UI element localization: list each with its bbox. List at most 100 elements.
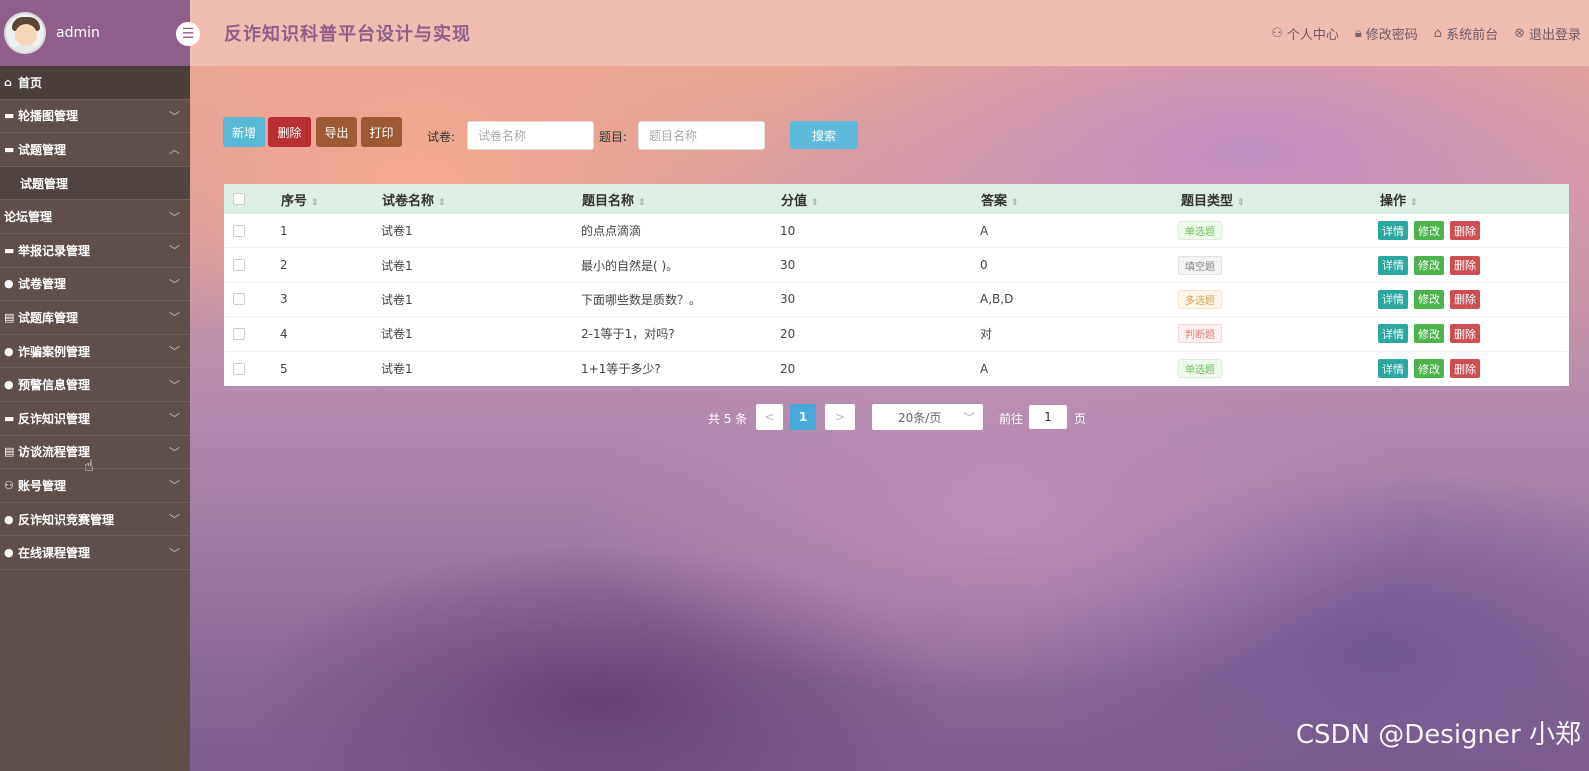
column-header-paper[interactable]: 试卷名称 ⇕ — [382, 190, 446, 209]
sidebar-item-papers[interactable]: ● 试卷管理 ﹀ — [0, 268, 190, 302]
table-row: 4 试卷1 2-1等于1，对吗? 20 对 判断题 详情 修改 删除 — [224, 317, 1569, 352]
sidebar-item-carousel[interactable]: ▬ 轮播图管理 ﹀ — [0, 100, 190, 134]
sidebar-item-label: 举报记录管理 — [18, 243, 91, 258]
row-checkbox[interactable] — [233, 327, 245, 340]
sidebar-item-question-bank[interactable]: ▤ 试题库管理 ﹀ — [0, 301, 190, 335]
sidebar-item-reports[interactable]: ▬ 举报记录管理 ﹀ — [0, 234, 190, 268]
chevron-down-icon: ﹀ — [169, 244, 180, 258]
sidebar-item-home[interactable]: ⌂ 首页 — [0, 66, 190, 100]
type-badge: 填空题 — [1178, 255, 1222, 275]
paper-name-input[interactable]: 试卷名称 — [467, 121, 594, 150]
sidebar-item-fraud-cases[interactable]: ● 诈骗案例管理 ﹀ — [0, 335, 190, 369]
user-icon: ⚇ — [4, 478, 14, 492]
table-row: 2 试卷1 最小的自然是( )。 30 0 填空题 详情 修改 删除 — [224, 248, 1569, 283]
row-checkbox[interactable] — [233, 224, 245, 237]
app-title: 反诈知识科普平台设计与实现 — [224, 24, 471, 45]
cell-question: 2-1等于1，对吗? — [581, 327, 675, 342]
sidebar-item-courses[interactable]: ● 在线课程管理 ﹀ — [0, 536, 190, 570]
edit-button[interactable]: 修改 — [1414, 359, 1444, 379]
next-page-button[interactable]: > — [825, 404, 855, 430]
delete-row-button[interactable]: 删除 — [1450, 255, 1480, 275]
cell-score: 20 — [780, 361, 796, 376]
delete-button[interactable]: 删除 — [268, 117, 311, 147]
cell-paper: 试卷1 — [381, 327, 413, 342]
edit-button[interactable]: 修改 — [1414, 289, 1444, 309]
sidebar-item-accounts[interactable]: ⚇ 账号管理 ﹀ — [0, 469, 190, 503]
cell-question: 最小的自然是( )。 — [581, 258, 679, 273]
detail-button[interactable]: 详情 — [1378, 255, 1408, 275]
column-header-actions[interactable]: 操作 ⇕ — [1380, 190, 1418, 209]
delete-row-button[interactable]: 删除 — [1450, 289, 1480, 309]
question-filter-label: 题目: — [599, 130, 628, 144]
add-button[interactable]: 新增 — [223, 117, 265, 147]
column-header-score[interactable]: 分值 ⇕ — [781, 190, 819, 209]
sidebar-item-knowledge[interactable]: ▬ 反诈知识管理 ﹀ — [0, 402, 190, 436]
delete-row-button[interactable]: 删除 — [1450, 221, 1480, 241]
chevron-down-icon: ﹀ — [962, 410, 975, 425]
cell-score: 10 — [780, 223, 796, 238]
frontend-link[interactable]: ⌂ 系统前台 — [1434, 24, 1498, 43]
chevron-down-icon: ﹀ — [169, 277, 180, 291]
goto-label: 前往 — [999, 412, 1024, 426]
lock-icon: 🔒︎ — [1354, 25, 1362, 41]
column-header-no[interactable]: 序号 ⇕ — [281, 190, 319, 209]
top-bar: admin ☰ 反诈知识科普平台设计与实现 ⚇ 个人中心 🔒︎ 修改密码 ⌂ 系… — [0, 0, 1589, 66]
avatar[interactable] — [4, 12, 46, 54]
page-button-current[interactable]: 1 — [790, 404, 816, 430]
print-button[interactable]: 打印 — [361, 117, 402, 147]
detail-button[interactable]: 详情 — [1378, 221, 1408, 241]
prev-page-button[interactable]: < — [756, 404, 783, 430]
sidebar-item-label: 账号管理 — [18, 478, 67, 493]
edit-button[interactable]: 修改 — [1414, 221, 1444, 241]
frontend-label: 系统前台 — [1446, 27, 1499, 43]
home-icon: ⌂ — [1433, 25, 1443, 41]
sidebar-item-warnings[interactable]: ● 预警信息管理 ﹀ — [0, 368, 190, 402]
goto-page-input[interactable]: 1 — [1029, 405, 1067, 429]
sidebar: ⌂ 首页 ▬ 轮播图管理 ﹀ ▬ 试题管理 ︿ 试题管理 论坛管理 ﹀ ▬ 举报… — [0, 66, 190, 771]
question-name-input[interactable]: 题目名称 — [638, 121, 765, 150]
delete-row-button[interactable]: 删除 — [1450, 359, 1480, 379]
menu-toggle-icon[interactable]: ☰ — [176, 22, 200, 46]
logout-label: 退出登录 — [1528, 27, 1581, 43]
cell-score: 30 — [780, 292, 796, 307]
column-header-answer[interactable]: 答案 ⇕ — [981, 190, 1019, 209]
column-header-question[interactable]: 题目名称 ⇕ — [582, 190, 646, 209]
cell-paper: 试卷1 — [381, 224, 413, 239]
page-size-value: 20条/页 — [898, 410, 942, 425]
delete-row-button[interactable]: 删除 — [1450, 324, 1480, 344]
column-header-type[interactable]: 题目类型 ⇕ — [1181, 190, 1245, 209]
watermark: CSDN @Designer 小郑 — [1295, 720, 1581, 750]
detail-button[interactable]: 详情 — [1378, 289, 1408, 309]
change-password-link[interactable]: 🔒︎ 修改密码 — [1355, 24, 1418, 43]
sidebar-item-label: 试卷管理 — [18, 277, 67, 292]
sidebar-subitem-questions[interactable]: 试题管理 — [0, 166, 190, 201]
username: admin — [56, 25, 100, 41]
sidebar-item-label: 反诈知识竞赛管理 — [18, 512, 115, 527]
chevron-down-icon: ﹀ — [169, 210, 180, 224]
row-checkbox[interactable] — [233, 259, 245, 272]
personal-center-link[interactable]: ⚇ 个人中心 — [1271, 24, 1339, 43]
circle-icon: ● — [4, 512, 14, 526]
sidebar-item-questions[interactable]: ▬ 试题管理 ︿ — [0, 133, 190, 167]
edit-button[interactable]: 修改 — [1414, 255, 1444, 275]
export-button[interactable]: 导出 — [316, 117, 357, 147]
paper-filter-label: 试卷: — [427, 130, 456, 144]
row-checkbox[interactable] — [233, 362, 245, 375]
chevron-down-icon: ﹀ — [169, 513, 180, 527]
sidebar-item-forum[interactable]: 论坛管理 ﹀ — [0, 200, 190, 234]
brand-area: admin ☰ — [0, 0, 200, 66]
home-icon: ⌂ — [4, 75, 12, 89]
top-links: ⚇ 个人中心 🔒︎ 修改密码 ⌂ 系统前台 ⊗ 退出登录 — [1271, 0, 1581, 66]
type-badge: 单选题 — [1178, 221, 1222, 241]
select-all-checkbox[interactable] — [233, 193, 245, 205]
detail-button[interactable]: 详情 — [1378, 324, 1408, 344]
edit-button[interactable]: 修改 — [1414, 324, 1444, 344]
search-button[interactable]: 搜索 — [790, 121, 858, 149]
logout-link[interactable]: ⊗ 退出登录 — [1514, 24, 1581, 43]
row-checkbox[interactable] — [233, 293, 245, 306]
page-size-select[interactable]: 20条/页 ﹀ — [872, 404, 983, 430]
sidebar-item-contest[interactable]: ● 反诈知识竞赛管理 ﹀ — [0, 503, 190, 537]
sidebar-item-label: 访谈流程管理 — [18, 445, 91, 460]
table-row: 1 试卷1 的点点滴滴 10 A 单选题 详情 修改 删除 — [224, 214, 1569, 249]
detail-button[interactable]: 详情 — [1378, 359, 1408, 379]
